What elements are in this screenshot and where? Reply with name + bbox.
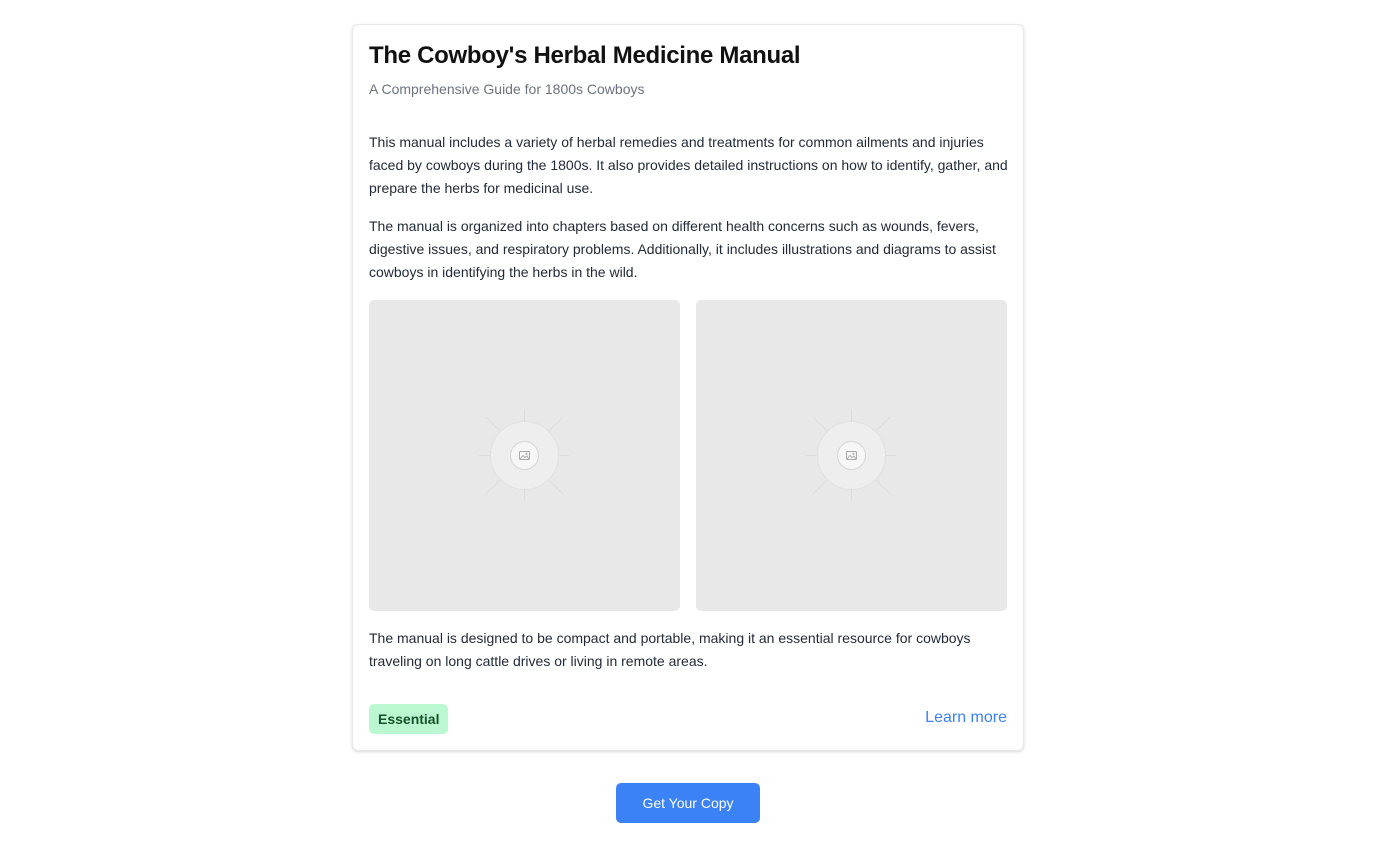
image-placeholder xyxy=(369,300,680,611)
essential-badge: Essential xyxy=(369,704,449,734)
description-paragraph: The manual is designed to be compact and… xyxy=(369,630,971,669)
description-paragraph: This manual includes a variety of herbal… xyxy=(369,134,1008,196)
get-your-copy-button[interactable]: Get Your Copy xyxy=(616,783,760,823)
card-title: The Cowboy's Herbal Medicine Manual xyxy=(369,42,801,69)
image-placeholder-icon xyxy=(806,410,896,500)
description-paragraph: The manual is organized into chapters ba… xyxy=(369,218,996,280)
product-card: The Cowboy's Herbal Medicine Manual A Co… xyxy=(352,24,1024,751)
learn-more-link[interactable]: Learn more xyxy=(925,709,1007,727)
card-subtitle: A Comprehensive Guide for 1800s Cowboys xyxy=(369,81,645,97)
image-placeholder xyxy=(696,300,1007,611)
image-placeholder-icon xyxy=(479,410,569,500)
